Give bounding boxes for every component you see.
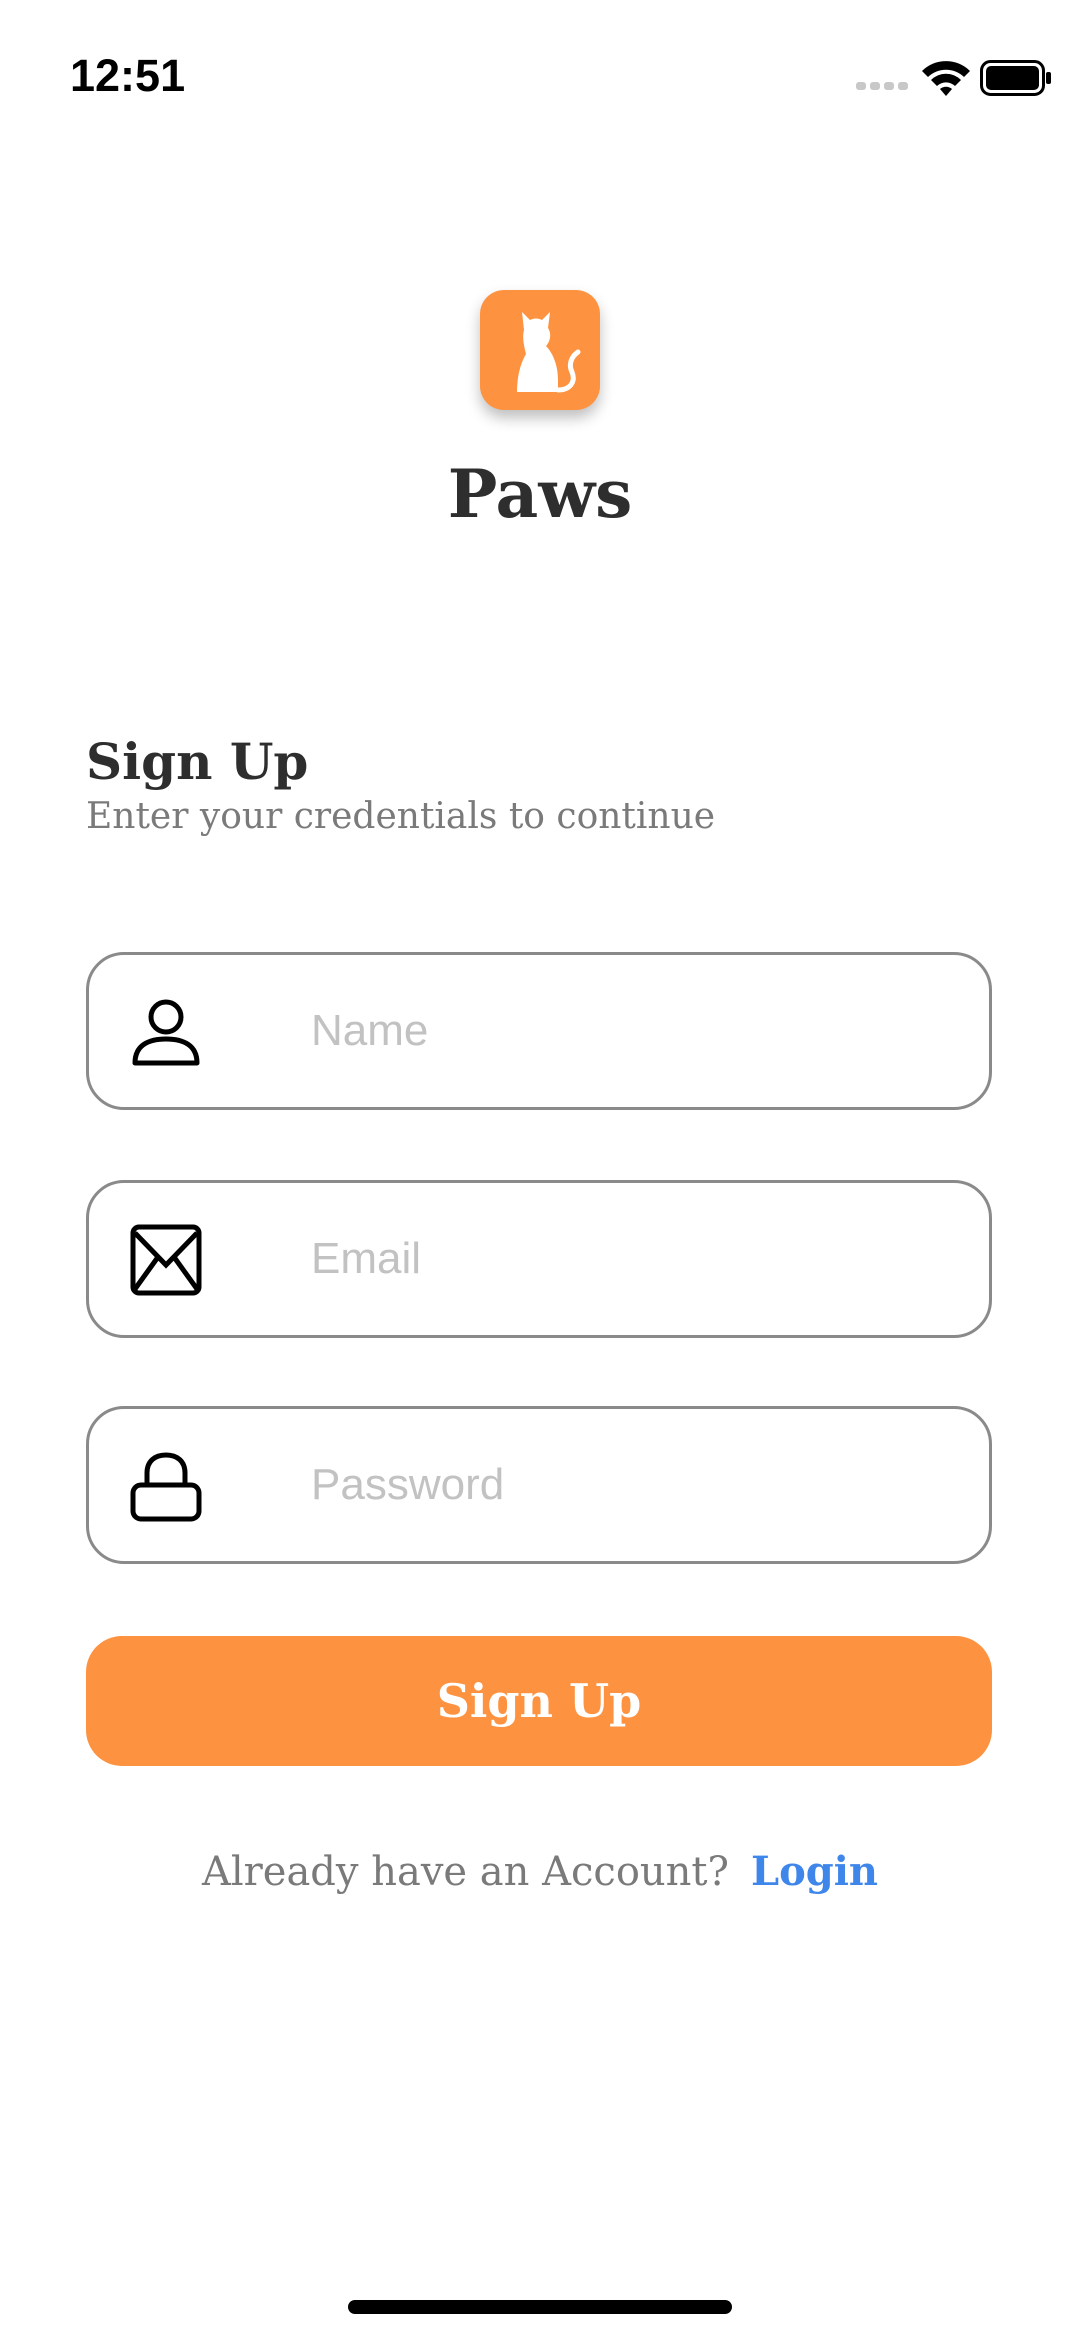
sign-up-button[interactable]: Sign Up <box>86 1636 992 1766</box>
name-field[interactable] <box>86 952 992 1110</box>
cat-icon <box>517 312 581 393</box>
name-input[interactable] <box>311 985 951 1077</box>
app-logo <box>480 290 600 410</box>
password-input[interactable] <box>311 1439 951 1531</box>
status-time: 12:51 <box>70 50 186 101</box>
email-field[interactable] <box>86 1180 992 1338</box>
status-bar: 12:51 <box>0 0 1080 150</box>
password-field[interactable] <box>86 1406 992 1564</box>
app-name: Paws <box>447 455 633 533</box>
home-indicator[interactable] <box>348 2300 732 2314</box>
login-link[interactable]: Login <box>751 1848 878 1895</box>
battery-icon <box>980 60 1051 96</box>
lock-icon <box>129 1449 203 1523</box>
envelope-icon <box>129 1223 203 1297</box>
form-heading: Sign Up <box>86 732 309 791</box>
signal-icon <box>856 82 908 90</box>
form-subheading: Enter your credentials to continue <box>86 796 716 837</box>
login-prompt: Already have an Account? <box>201 1849 729 1895</box>
login-row: Already have an Account? Login <box>0 1848 1080 1895</box>
person-icon <box>129 995 203 1069</box>
email-input[interactable] <box>311 1213 951 1305</box>
wifi-icon <box>922 61 970 96</box>
